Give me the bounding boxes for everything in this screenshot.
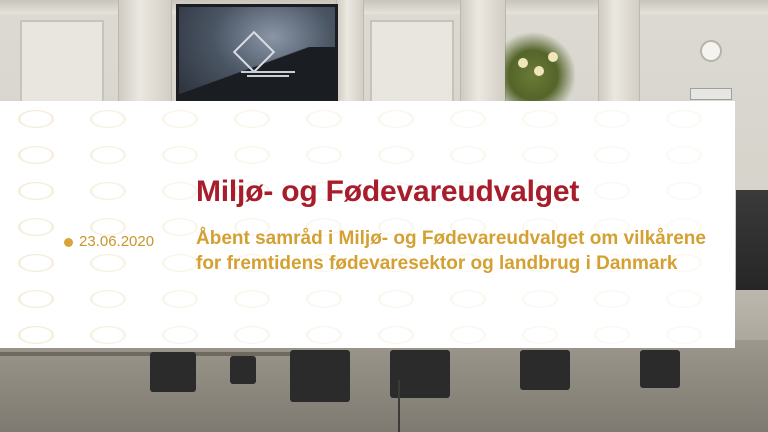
card-pattern (0, 101, 735, 348)
flower (518, 58, 528, 68)
screen-caption-graphic (233, 69, 303, 79)
cable (398, 380, 400, 432)
title-card-overlay: Miljø- og Fødevareudvalget 23.06.2020 Åb… (0, 101, 735, 348)
clock-icon (700, 40, 722, 62)
chair (640, 350, 680, 388)
wall-pilaster-center (336, 0, 364, 110)
bullet-dot-icon (64, 237, 73, 247)
chair (520, 350, 570, 390)
meeting-date: 23.06.2020 (79, 233, 155, 250)
committee-title: Miljø- og Fødevareudvalget (196, 175, 580, 208)
wall-pilaster-right (460, 0, 506, 110)
flower (534, 66, 544, 76)
video-frame: Miljø- og Fødevareudvalget 23.06.2020 Åb… (0, 0, 768, 432)
wall-pilaster-left (118, 0, 172, 110)
flower (548, 52, 558, 62)
meeting-description: Åbent samråd i Miljø- og Fødevareudvalge… (196, 228, 706, 274)
chairs-right (736, 190, 768, 290)
wall-panel (370, 20, 454, 108)
chair (150, 352, 196, 392)
chair (230, 356, 256, 384)
ceiling-moulding (0, 0, 768, 14)
wall-panel (20, 20, 104, 108)
chair (290, 350, 350, 402)
exit-sign (690, 88, 732, 100)
wall-pilaster-far-right (598, 0, 640, 110)
projector-screen (176, 4, 338, 110)
date-row: 23.06.2020 (64, 233, 154, 251)
